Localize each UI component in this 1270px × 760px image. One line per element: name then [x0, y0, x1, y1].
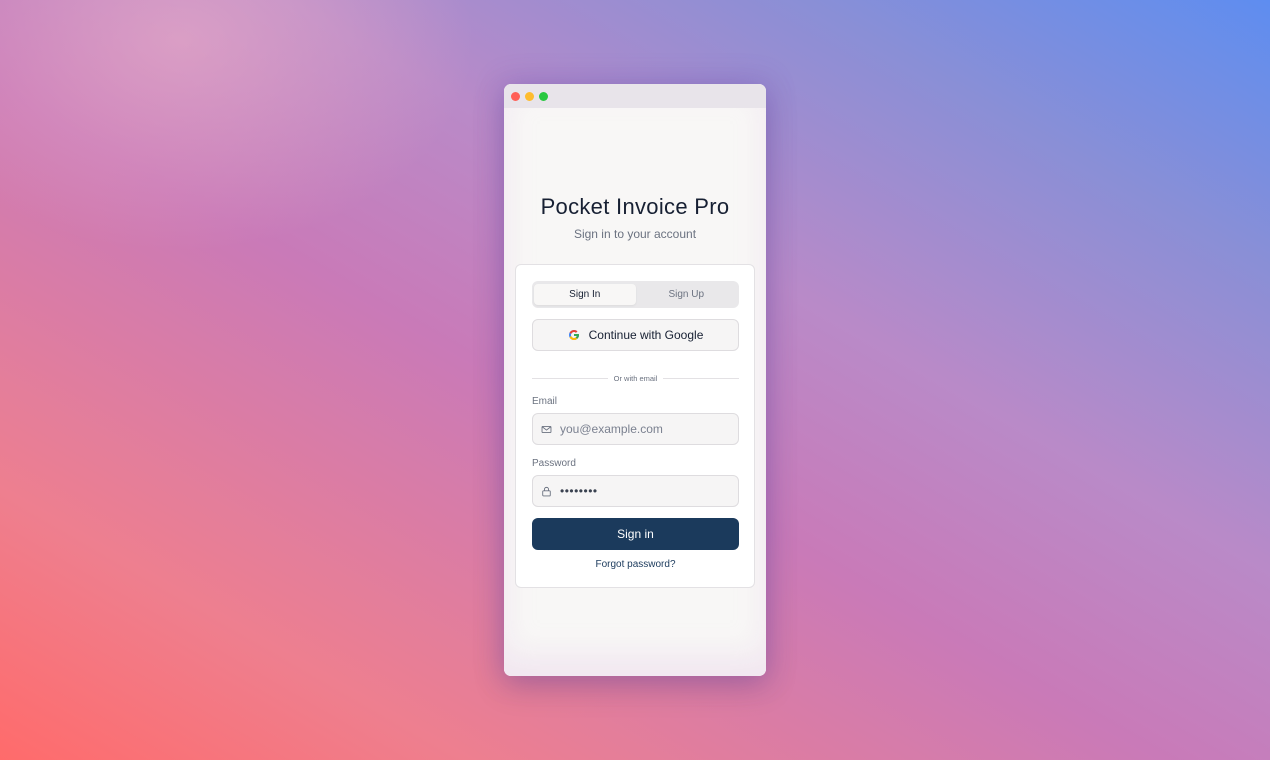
email-input[interactable]: [560, 422, 730, 436]
window-content: Pocket Invoice Pro Sign in to your accou…: [504, 108, 766, 676]
email-label: Email: [532, 396, 558, 407]
window-titlebar: [504, 84, 766, 108]
tab-sign-up[interactable]: Sign Up: [636, 284, 738, 305]
continue-with-google-label: Continue with Google: [588, 328, 704, 342]
lock-icon: [542, 486, 551, 496]
app-title: Pocket Invoice Pro: [540, 194, 730, 219]
sign-in-button[interactable]: Sign in: [532, 518, 739, 550]
app-subtitle: Sign in to your account: [573, 227, 697, 241]
continue-with-google-button[interactable]: Continue with Google: [532, 319, 739, 351]
google-icon: [568, 330, 579, 340]
close-window-button[interactable]: [511, 91, 520, 101]
auth-tabs: Sign In Sign Up: [532, 281, 739, 308]
minimize-window-button[interactable]: [525, 91, 534, 101]
email-field[interactable]: [532, 413, 739, 445]
password-label: Password: [532, 458, 576, 469]
auth-card: Sign In Sign Up Continue with Google Or …: [515, 264, 755, 588]
email-divider: Or with email: [532, 372, 740, 384]
forgot-password-link[interactable]: Forgot password?: [532, 559, 739, 570]
password-input[interactable]: [560, 484, 730, 498]
divider-text: Or with email: [613, 373, 658, 383]
mail-icon: [541, 425, 552, 433]
app-window: Pocket Invoice Pro Sign in to your accou…: [504, 84, 766, 676]
divider-line-left: [532, 377, 608, 379]
zoom-window-button[interactable]: [539, 91, 548, 101]
divider-line-right: [663, 377, 740, 379]
tab-sign-in[interactable]: Sign In: [534, 284, 636, 305]
password-field[interactable]: [532, 475, 739, 507]
